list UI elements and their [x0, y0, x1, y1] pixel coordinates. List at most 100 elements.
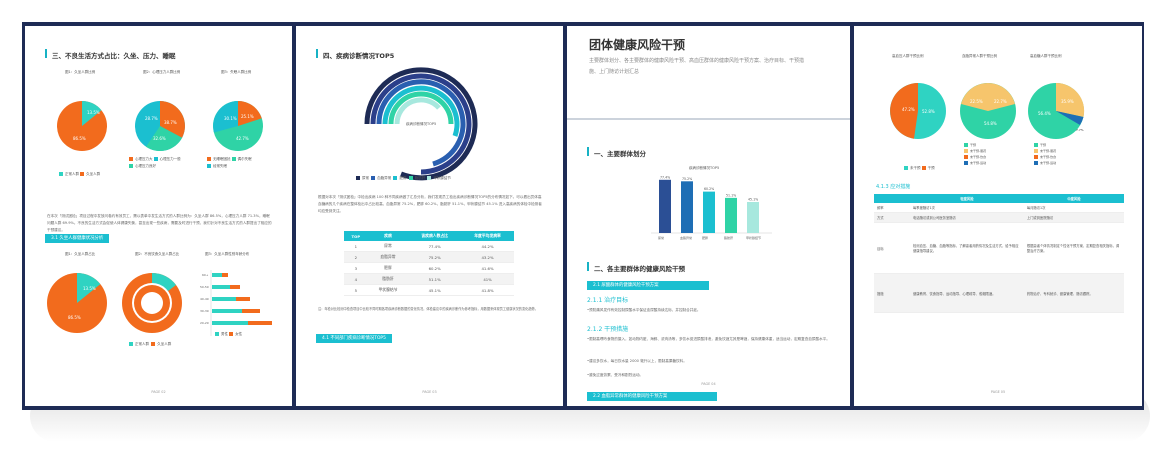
table-cell: 脂肪肝: [367, 273, 409, 285]
table-cell: 血脂异常: [367, 251, 409, 263]
legend-label: 肥胖: [399, 176, 407, 180]
legend-swatch: [904, 166, 908, 170]
table-cell: 检测血压、血糖、血脂等指标，了解患者用药情况及生活方式，给予相应健康指导建议。: [910, 222, 1024, 274]
table-header: 该疾病人数占比: [408, 231, 462, 241]
table-cell: 75.2%: [408, 251, 462, 263]
concentric-rings: [122, 273, 182, 333]
table-row: 5 甲状腺结节 45.1% 41.8%: [344, 284, 514, 296]
table-cell: 41.6%: [461, 262, 514, 274]
legend-label: 未干预-饮食: [1040, 155, 1057, 159]
legend-label: 心理压力良好: [135, 164, 156, 168]
axis-tick-label: 甲状腺结节: [746, 235, 761, 240]
donut-center-label: 疾病诊断情况TOP5: [406, 121, 436, 126]
section-marker: [45, 49, 47, 58]
bar: [230, 285, 240, 289]
disease-table: TOP 疾病 该疾病人数占比 年度平均发病率 1 尿常 77.4% 44.2% 2 血脂…: [344, 231, 514, 296]
pie-label: 32.6%: [153, 136, 166, 141]
legend-label: 干预: [1040, 143, 1047, 147]
axis-tick: 30-39: [200, 309, 209, 313]
table-cell: 60.2%: [408, 262, 462, 274]
chart-title: 图1：久坐人群占比: [65, 252, 96, 256]
report-page-2: 四、疾病诊断情况TOP5 疾病诊断情况TOP5 尿常 血脂异常 肥胖 脂肪肝 甲…: [296, 26, 563, 406]
pie-label: 35.9%: [1061, 99, 1074, 104]
page-number: PAGE 05: [990, 390, 1006, 394]
table-cell: 药物治疗、专科就诊、健康管理、随访跟踪。: [1023, 273, 1124, 313]
bar: [747, 201, 759, 233]
body-paragraph: 根据对本次「测试团检」中检出疾病 100 种不同疾病做了汇总分析，我们发现员工检…: [318, 195, 542, 213]
legend-swatch: [59, 172, 63, 176]
bar-value-label: 75.2%: [682, 177, 692, 181]
legend-label: 血脂异常: [377, 176, 392, 180]
legend-swatch: [151, 342, 156, 346]
body-paragraph: 在本次「测试团检」项目过程中发放问卷约有效员工，需以表单中发生活方式的人群比例为…: [47, 214, 272, 232]
table-row: 频率 每季度随访1次 每月随访1次: [874, 203, 1124, 213]
report-page-3: 团体健康风险干预 主要群体划分、各主要群体的健康风险干预、高血压群体的健康风险干…: [567, 26, 850, 406]
bar: [659, 179, 671, 233]
pie-label: 28.7%: [145, 116, 158, 121]
pie-label: 42.7%: [236, 136, 249, 141]
table-cell: 根据患者个体情况制定个性化干预方案，定期复查相关指标，调整治疗方案。: [1023, 222, 1124, 274]
subheading: 4.1.3 应对措施: [876, 184, 911, 190]
legend-swatch: [229, 332, 234, 336]
legend-swatch: [408, 176, 413, 180]
table-cell: 电话随访或到公司医务室随访: [910, 212, 1024, 223]
chart-title: 高血糖人群干预比例: [1030, 54, 1062, 58]
section-title: 三、不良生活方式占比：久坐、压力、睡眠: [52, 52, 176, 60]
pie-label: 13.5%: [87, 110, 100, 115]
legend-swatch: [215, 332, 219, 336]
paragraph: •限制高嘌呤食物的摄入，如动物内脏、海鲜、浓肉汤等，多饮水促进尿酸排泄，避免饮酒…: [587, 337, 830, 341]
axis-tick: 20-29: [200, 321, 209, 325]
table-cell: 3: [344, 262, 368, 274]
table-cell: 尿常: [367, 241, 409, 252]
subsection-pill: 2.2 血脂异常群体的健康风险干预方案: [587, 392, 717, 401]
measures-table: 轻度风险 中度风险 频率 每季度随访1次 每月随访1次 方式 电话随访或到公司医务室随…: [874, 194, 1124, 313]
axis-tick: 60+: [202, 273, 209, 277]
legend-label: 无睡眠困扰: [213, 157, 231, 161]
table-row: 目标 检测血压、血糖、血脂等指标，了解患者用药情况及生活方式，给予相应健康指导建议…: [874, 222, 1124, 274]
table-row: 3 肥胖 60.2% 41.6%: [344, 262, 514, 274]
legend-label: 未干预: [910, 166, 921, 170]
legend-label: 未干预-运动: [970, 161, 987, 165]
legend-label: 心理压力一般: [159, 157, 181, 161]
legend-label: 干预: [970, 143, 977, 147]
legend: 正常人群 久坐人群: [129, 342, 171, 347]
page-number: PAGE 03: [422, 390, 437, 394]
table-cell: 1: [344, 241, 368, 252]
legend-swatch: [153, 157, 158, 161]
legend-label: 偶尔失眠: [237, 157, 252, 161]
legend-label: 干预: [927, 166, 935, 170]
legend-swatch: [964, 149, 968, 153]
table-cell: 45.1%: [408, 284, 462, 296]
legend-swatch: [207, 157, 211, 161]
subsection-pill: 2.1 尿酸群体的健康风险干预方案: [587, 281, 709, 290]
pie-label: 56.4%: [1038, 111, 1051, 116]
legend-swatch: [207, 164, 211, 168]
table-cell: 甲状腺结节: [367, 284, 409, 296]
table-cell: 肥胖: [367, 262, 409, 274]
table-row: 2 血脂异常 75.2% 43.2%: [344, 251, 514, 263]
legend-label: 未干预-服药: [970, 149, 987, 153]
table-cell: 措施: [874, 273, 910, 313]
legend-swatch: [129, 157, 133, 161]
table-row: 措施 健康教育、饮食指导、运动指导、心理疏导、戒烟限酒。 药物治疗、专科就诊、健康管…: [874, 273, 1124, 313]
bar: [248, 321, 272, 325]
pie-label: 54.8%: [984, 121, 997, 126]
legend-swatch: [80, 172, 85, 176]
table-row: 1 尿常 77.4% 44.2%: [344, 241, 514, 252]
legend-swatch: [1034, 143, 1038, 147]
legend: 未干预 干预: [904, 166, 935, 171]
pie-label: 30.1%: [224, 116, 237, 121]
table-cell: 上门或到医院随访: [1023, 212, 1124, 223]
subheading: 2.1.2 干预措施: [587, 326, 629, 333]
chart-title: 图3：失眠人群比例: [221, 70, 252, 74]
table-cell: 41%: [461, 273, 514, 285]
table-cell: 4: [344, 273, 368, 285]
section-marker: [587, 262, 589, 271]
table-note: 注：年检对比检测中检查项目中比较不同时期各项疾病诊断数据的变化情况，体检建议中的…: [318, 307, 538, 311]
legend-swatch: [964, 143, 968, 147]
legend-label: 正常人群: [65, 172, 79, 176]
table-cell: 频率: [874, 203, 910, 213]
bar: [236, 297, 250, 301]
legend-swatch: [231, 157, 236, 161]
presentation-mockup: 三、不良生活方式占比：久坐、压力、睡眠 图1：久坐人群比例 图2：心理压力人群比…: [0, 0, 1172, 458]
